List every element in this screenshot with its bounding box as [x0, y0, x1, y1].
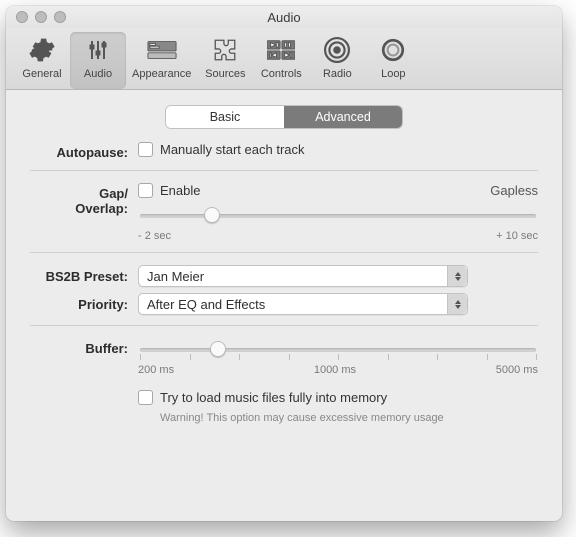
slider-track: [140, 214, 536, 218]
scale-mid: 1000 ms: [314, 364, 356, 376]
toolbar-item-radio[interactable]: Radio: [309, 32, 365, 89]
checkbox-label: Enable: [160, 183, 200, 198]
tab-basic[interactable]: Basic: [166, 106, 284, 128]
checkbox-label: Manually start each track: [160, 142, 305, 157]
divider: [30, 170, 538, 171]
minimize-window-button[interactable]: [35, 11, 47, 23]
row-buffer: Buffer:: [30, 338, 538, 424]
label-priority: Priority:: [30, 297, 138, 312]
divider: [30, 325, 538, 326]
stepper-arrows-icon: [447, 294, 467, 314]
titlebar: Audio: [6, 6, 562, 28]
slider-track: [140, 348, 536, 352]
content-area: Basic Advanced Autopause: Manually start…: [6, 90, 562, 424]
scale-min: - 2 sec: [138, 230, 171, 242]
scale-max: + 10 sec: [496, 230, 538, 242]
appearance-icon: [146, 34, 178, 66]
toolbar-item-sources[interactable]: Sources: [197, 32, 253, 89]
toolbar-label: Appearance: [132, 68, 191, 80]
checkbox-box: [138, 142, 153, 157]
radio-icon: [321, 34, 353, 66]
toolbar-label: Audio: [84, 68, 112, 80]
slider-knob[interactable]: [210, 341, 226, 357]
toolbar-label: Sources: [205, 68, 245, 80]
label-buffer: Buffer:: [30, 338, 138, 356]
gear-icon: [26, 34, 58, 66]
row-gap-overlap: Gap/ Overlap: Enable Gapless - 2 sec + 1…: [30, 183, 538, 242]
zoom-window-button[interactable]: [54, 11, 66, 23]
row-priority: Priority: After EQ and Effects: [30, 293, 538, 315]
buffer-slider[interactable]: [138, 338, 538, 360]
toolbar-label: Controls: [261, 68, 302, 80]
select-bs2b-preset[interactable]: Jan Meier: [138, 265, 468, 287]
loop-icon: [377, 34, 409, 66]
slider-ticks: [140, 354, 536, 360]
sliders-icon: [82, 34, 114, 66]
toolbar-item-loop[interactable]: Loop: [365, 32, 421, 89]
preferences-toolbar: General Audio Appearance Sources Control…: [6, 28, 562, 90]
window-controls: [6, 11, 66, 23]
label-bs2b: BS2B Preset:: [30, 269, 138, 284]
scale-min: 200 ms: [138, 364, 174, 376]
tab-switcher: Basic Advanced: [166, 106, 402, 128]
select-value: After EQ and Effects: [147, 297, 265, 312]
tab-advanced[interactable]: Advanced: [284, 106, 402, 128]
puzzle-icon: [209, 34, 241, 66]
playback-controls-icon: [265, 34, 297, 66]
select-value: Jan Meier: [147, 269, 204, 284]
gap-slider[interactable]: [138, 204, 538, 226]
select-priority[interactable]: After EQ and Effects: [138, 293, 468, 315]
toolbar-item-appearance[interactable]: Appearance: [126, 32, 197, 89]
scale-max: 5000 ms: [496, 364, 538, 376]
close-window-button[interactable]: [16, 11, 28, 23]
preferences-window: Audio General Audio Appearance Sources: [6, 6, 562, 521]
toolbar-label: Radio: [323, 68, 352, 80]
checkbox-enable-gap[interactable]: Enable: [138, 183, 200, 198]
toolbar-item-controls[interactable]: Controls: [253, 32, 309, 89]
stepper-arrows-icon: [447, 266, 467, 286]
label-gap-overlap: Gap/ Overlap:: [30, 183, 138, 216]
gapless-label: Gapless: [490, 183, 538, 198]
checkbox-label: Try to load music files fully into memor…: [160, 390, 387, 405]
checkbox-box: [138, 390, 153, 405]
divider: [30, 252, 538, 253]
window-title: Audio: [6, 10, 562, 25]
toolbar-label: Loop: [381, 68, 405, 80]
slider-knob[interactable]: [204, 207, 220, 223]
label-autopause: Autopause:: [30, 142, 138, 160]
row-bs2b: BS2B Preset: Jan Meier: [30, 265, 538, 287]
row-autopause: Autopause: Manually start each track: [30, 142, 538, 160]
memory-warning-text: Warning! This option may cause excessive…: [138, 412, 538, 424]
checkbox-load-into-memory[interactable]: Try to load music files fully into memor…: [138, 390, 387, 405]
toolbar-item-general[interactable]: General: [14, 32, 70, 89]
toolbar-item-audio[interactable]: Audio: [70, 32, 126, 89]
checkbox-manually-start[interactable]: Manually start each track: [138, 142, 305, 157]
toolbar-label: General: [22, 68, 61, 80]
checkbox-box: [138, 183, 153, 198]
